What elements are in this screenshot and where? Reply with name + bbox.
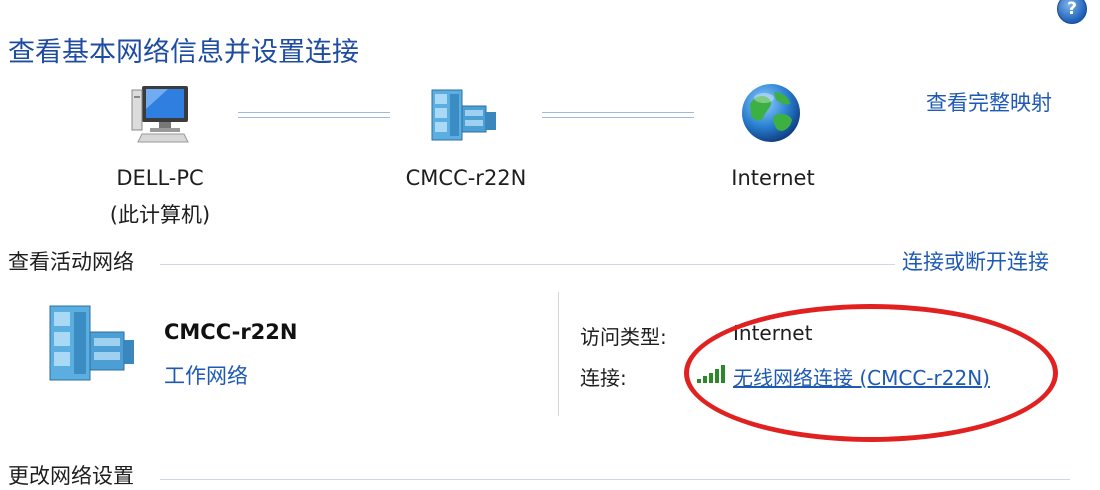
network-icon [430,88,498,142]
wifi-signal-icon [696,364,726,384]
connect-disconnect-link[interactable]: 连接或断开连接 [902,246,1049,276]
full-map-link[interactable]: 查看完整映射 [926,87,1052,117]
access-type-label: 访问类型: [580,325,667,349]
page-title: 查看基本网络信息并设置连接 [8,37,359,68]
active-network-name: CMCC-r22N [164,320,298,344]
change-settings-title: 更改网络设置 [8,460,134,490]
wireless-connection-link[interactable]: 无线网络连接 (CMCC-r22N) [733,362,990,391]
router-name: CMCC-r22N [405,166,527,190]
globe-icon [740,82,802,144]
computer-name: DELL-PC [116,166,204,190]
active-networks-title: 查看活动网络 [8,246,134,276]
map-link-line-2 [542,112,694,118]
connection-label: 连接: [580,366,627,390]
computer-icon [128,84,192,146]
access-type-value: Internet [733,321,813,345]
map-link-line-1 [238,112,390,118]
computer-subtitle: (此计算机) [109,203,211,227]
section-divider-settings [160,479,1070,480]
internet-name: Internet [731,166,815,190]
help-icon[interactable]: ? [1057,0,1087,24]
network-type-link[interactable]: 工作网络 [164,360,248,390]
vertical-divider [558,292,559,416]
section-divider-active [160,264,895,265]
network-icon [44,304,136,384]
